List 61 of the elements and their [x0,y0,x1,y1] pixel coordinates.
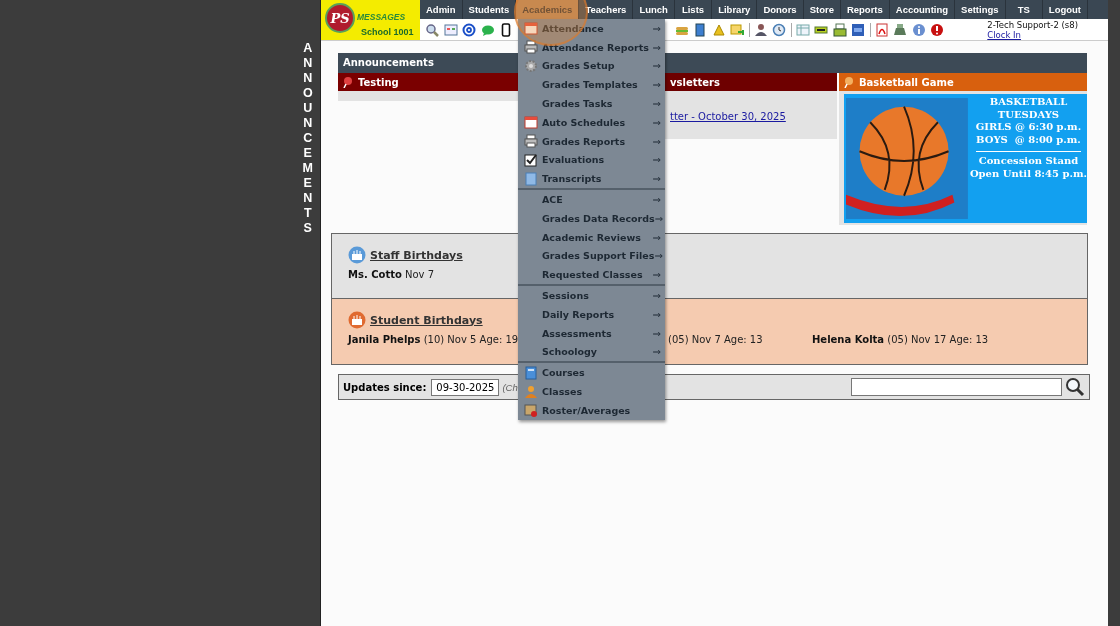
flyer-text: Open Until 8:45 p.m. [969,167,1087,180]
menu-item[interactable]: Assessments ⇒ [518,323,665,343]
user-name: 2-Tech Support-2 (s8) [987,19,1078,30]
birthday-entry: Janila Phelps (10) Nov 5 Age: 19 [348,334,519,345]
stop-icon[interactable] [930,22,944,37]
column-title: Testing [358,76,399,88]
menu-item[interactable]: Daily Reports ⇒ [518,304,665,324]
birthday-entry: (05) Nov 7 Age: 13 [668,334,763,345]
menu-item[interactable]: Attendance ⇒ [518,19,665,38]
info-icon[interactable] [911,22,926,37]
menu-item[interactable]: Courses [518,363,665,383]
menu-item[interactable]: Grades Reports ⇒ [518,131,665,151]
menu-item[interactable]: Roster/Averages [518,400,665,420]
cake-icon [348,246,366,264]
search-field[interactable] [851,378,1062,396]
flyer-text: TUESDAYS [996,108,1061,121]
birthdays-link[interactable]: Student Birthdays [370,313,483,327]
search-icon[interactable] [1065,377,1085,397]
menu-item[interactable]: ACE ⇒ [518,190,665,209]
flyer-text: BOYS @ 8:00 p.m. [975,133,1082,146]
menu-item[interactable]: Grades Support Files⇒ [518,246,665,266]
person-icon[interactable] [753,22,768,37]
birthdays-link[interactable]: Staff Birthdays [370,248,463,262]
search-icon[interactable] [425,22,439,37]
menu-item[interactable]: Sessions ⇒ [518,286,665,305]
flyer-text: Concession Stand [977,155,1080,168]
menu-item[interactable]: Auto Schedules ⇒ [518,113,665,132]
menu-item[interactable]: Schoology ⇒ [518,342,665,362]
cake-icon [348,311,366,329]
book-icon[interactable] [693,22,707,37]
vertical-banner-text: ANNOUNCEMENTS [301,41,314,237]
birthday-entry: Helena Kolta (05) Nov 17 Age: 13 [812,334,989,345]
menu-item[interactable]: Grades Templates ⇒ [518,75,665,95]
updates-note: (Ch [502,381,518,393]
printer-icon[interactable] [832,22,847,37]
menu-item[interactable]: Grades Tasks ⇒ [518,94,665,113]
logo[interactable]: PS MESSAGES School 1001 [321,0,420,40]
newsletter-link[interactable]: tter - October 30, 2025 [670,111,786,122]
menu-item[interactable]: Transcripts ⇒ [518,169,665,189]
menu-item[interactable]: Academic Reviews ⇒ [518,227,665,247]
flyer-text: GIRLS @ 6:30 p.m. [974,121,1083,134]
phone-icon[interactable] [499,22,513,37]
date-field[interactable]: 09-30-2025 [431,378,500,396]
clock-icon[interactable] [772,22,786,37]
clock-in-link[interactable]: Clock In [987,29,1078,40]
menu-item[interactable]: Requested Classes ⇒ [518,265,665,285]
menu-item[interactable]: Grades Data Records⇒ [518,208,665,228]
note-icon[interactable] [730,22,744,37]
updates-label: Updates since: [343,381,427,393]
birthday-entry: Ms. Cotto Nov 7 [348,269,435,280]
flyer-text: BASKETBALL [988,96,1069,109]
menu-item[interactable]: Grades Setup ⇒ [518,56,665,76]
column-title: vsletters [670,76,720,88]
pin-icon [342,76,354,88]
pin-icon [843,76,855,88]
column-title: Basketball Game [859,76,954,88]
menu-item[interactable]: Evaluations ⇒ [518,150,665,170]
window-icon[interactable] [443,22,458,37]
menu-item[interactable]: Classes [518,382,665,401]
nav-tab[interactable]: Academics [516,0,580,19]
cash-register-icon[interactable] [893,22,907,37]
